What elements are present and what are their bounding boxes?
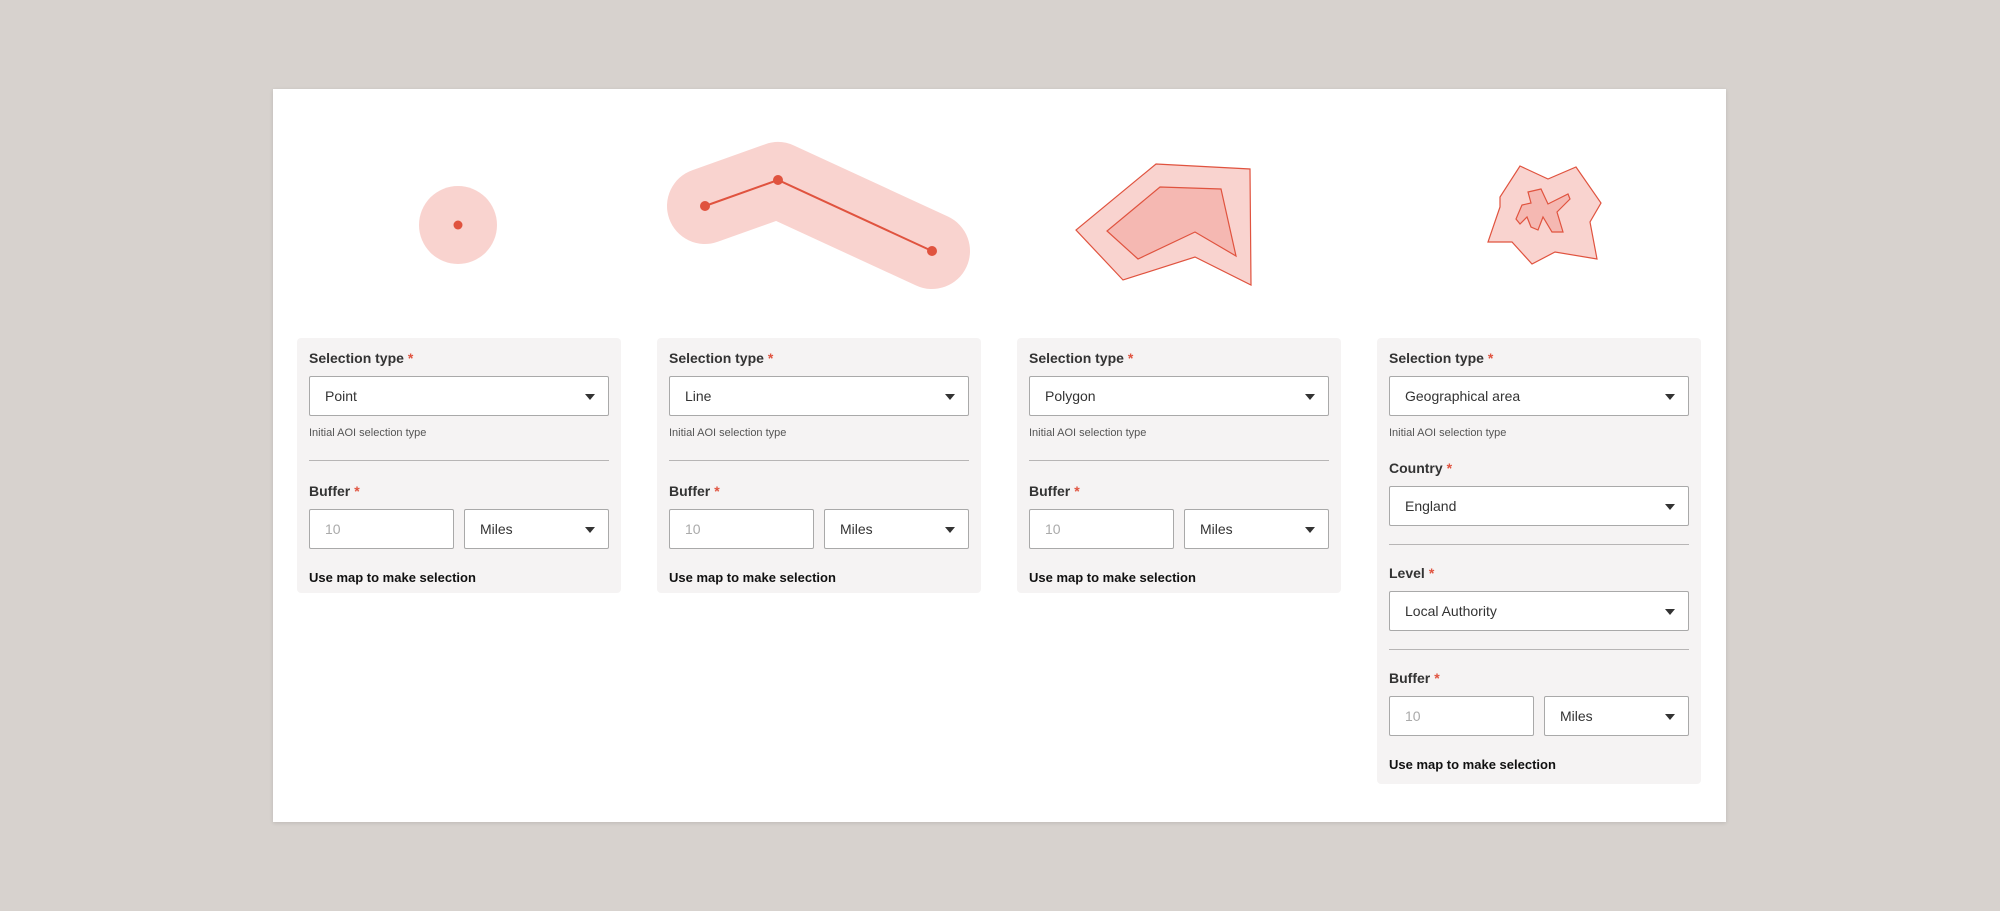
chevron-down-icon bbox=[1665, 394, 1675, 400]
chevron-down-icon bbox=[1305, 527, 1315, 533]
buffer-unit-value: Miles bbox=[840, 521, 873, 537]
polygon-panel: Selection type * Polygon Initial AOI sele… bbox=[1017, 338, 1341, 593]
divider bbox=[669, 460, 969, 461]
divider bbox=[1389, 544, 1689, 545]
selection-type-select[interactable]: Geographical area bbox=[1389, 376, 1689, 416]
buffer-unit-value: Miles bbox=[1200, 521, 1233, 537]
country-select[interactable]: England bbox=[1389, 486, 1689, 526]
selection-type-value: Geographical area bbox=[1405, 388, 1521, 404]
geographical-area-panel: Selection type * Geographical area Initia… bbox=[1377, 338, 1701, 784]
chevron-down-icon bbox=[1665, 504, 1675, 510]
divider bbox=[1389, 649, 1689, 650]
chevron-down-icon bbox=[1665, 609, 1675, 615]
selection-type-label: Selection type * bbox=[1389, 350, 1494, 366]
buffer-row: 10 Miles bbox=[669, 509, 969, 549]
helper-text: Initial AOI selection type bbox=[669, 427, 787, 439]
selection-type-label: Selection type * bbox=[1029, 350, 1134, 366]
level-label: Level * bbox=[1389, 565, 1435, 581]
use-map-button[interactable]: Use map to make selection bbox=[309, 570, 609, 586]
buffer-unit-value: Miles bbox=[1560, 708, 1593, 724]
line-buffer-icon bbox=[667, 142, 970, 289]
chevron-down-icon bbox=[585, 394, 595, 400]
buffer-label: Buffer * bbox=[309, 483, 360, 499]
chevron-down-icon bbox=[945, 394, 955, 400]
point-buffer-icon bbox=[419, 186, 497, 264]
chevron-down-icon bbox=[585, 527, 595, 533]
level-select[interactable]: Local Authority bbox=[1389, 591, 1689, 631]
buffer-row: 10 Miles bbox=[1029, 509, 1329, 549]
buffer-unit-select[interactable]: Miles bbox=[1544, 696, 1689, 736]
level-value: Local Authority bbox=[1405, 603, 1497, 619]
use-map-button[interactable]: Use map to make selection bbox=[1029, 570, 1329, 586]
illustrations bbox=[419, 142, 1602, 289]
selection-type-select[interactable]: Line bbox=[669, 376, 969, 416]
buffer-row: 10 Miles bbox=[1389, 696, 1689, 736]
selection-type-select[interactable]: Polygon bbox=[1029, 376, 1329, 416]
buffer-label: Buffer * bbox=[669, 483, 720, 499]
buffer-input[interactable]: 10 bbox=[1029, 509, 1174, 549]
country-value: England bbox=[1405, 498, 1457, 514]
geographic-area-icon bbox=[1487, 165, 1602, 265]
buffer-row: 10 Miles bbox=[309, 509, 609, 549]
buffer-input[interactable]: 10 bbox=[669, 509, 814, 549]
helper-text: Initial AOI selection type bbox=[1029, 427, 1147, 439]
use-map-button[interactable]: Use map to make selection bbox=[1389, 757, 1689, 773]
country-label: Country * bbox=[1389, 460, 1453, 476]
buffer-unit-value: Miles bbox=[480, 521, 513, 537]
helper-text: Initial AOI selection type bbox=[1389, 427, 1507, 439]
buffer-label: Buffer * bbox=[1389, 670, 1440, 686]
selection-type-value: Line bbox=[685, 388, 712, 404]
polygon-buffer-icon bbox=[1075, 163, 1252, 286]
selection-type-label: Selection type * bbox=[309, 350, 414, 366]
divider bbox=[1029, 460, 1329, 461]
chevron-down-icon bbox=[1665, 714, 1675, 720]
point-panel: Selection type * Point Initial AOI select… bbox=[297, 338, 621, 593]
selection-type-label: Selection type * bbox=[669, 350, 774, 366]
selection-type-select[interactable]: Point bbox=[309, 376, 609, 416]
helper-text: Initial AOI selection type bbox=[309, 427, 427, 439]
buffer-input[interactable]: 10 bbox=[1389, 696, 1534, 736]
line-panel: Selection type * Line Initial AOI selecti… bbox=[657, 338, 981, 593]
buffer-input[interactable]: 10 bbox=[309, 509, 454, 549]
buffer-unit-select[interactable]: Miles bbox=[824, 509, 969, 549]
content-card: Selection type * Point Initial AOI select… bbox=[273, 89, 1726, 822]
use-map-button[interactable]: Use map to make selection bbox=[669, 570, 969, 586]
divider bbox=[309, 460, 609, 461]
buffer-unit-select[interactable]: Miles bbox=[464, 509, 609, 549]
buffer-label: Buffer * bbox=[1029, 483, 1080, 499]
buffer-unit-select[interactable]: Miles bbox=[1184, 509, 1329, 549]
selection-type-value: Polygon bbox=[1045, 388, 1096, 404]
chevron-down-icon bbox=[1305, 394, 1315, 400]
chevron-down-icon bbox=[945, 527, 955, 533]
selection-type-value: Point bbox=[325, 388, 357, 404]
